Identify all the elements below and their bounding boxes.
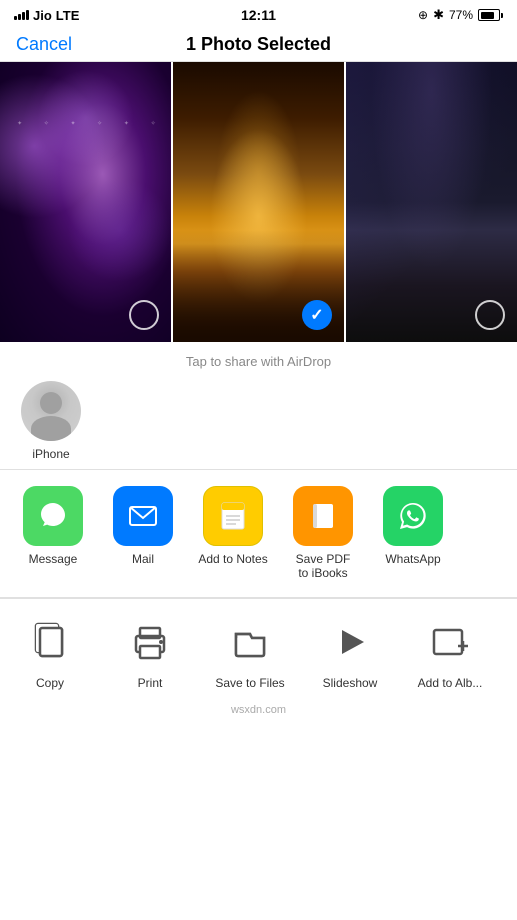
contact-item-iphone[interactable]: iPhone xyxy=(16,381,86,461)
share-actions-row: Message Mail Add to Notes xyxy=(0,470,517,598)
copy-icon xyxy=(23,615,78,670)
mail-label: Mail xyxy=(132,552,154,566)
print-label: Print xyxy=(138,676,163,690)
battery-icon xyxy=(478,9,503,21)
nav-bar: Cancel 1 Photo Selected xyxy=(0,28,517,62)
photo-select-3[interactable] xyxy=(475,300,505,330)
airdrop-section: Tap to share with AirDrop iPhone xyxy=(0,342,517,470)
slideshow-icon xyxy=(323,615,378,670)
photo-select-1[interactable] xyxy=(129,300,159,330)
battery-percent: 77% xyxy=(449,8,473,22)
notes-label: Add to Notes xyxy=(198,552,267,566)
ibooks-label: Save PDFto iBooks xyxy=(296,552,351,581)
photo-select-2[interactable] xyxy=(302,300,332,330)
save-files-label: Save to Files xyxy=(215,676,284,690)
contact-name-iphone: iPhone xyxy=(32,447,69,461)
bottom-action-add-album[interactable]: Add to Alb... xyxy=(400,615,500,690)
avatar-head xyxy=(40,392,62,414)
photo-item-3[interactable] xyxy=(346,62,517,342)
ibooks-icon xyxy=(293,486,353,546)
copy-label: Copy xyxy=(36,676,64,690)
photo-item-2[interactable] xyxy=(171,62,346,342)
status-left: Jio LTE xyxy=(14,8,79,23)
mail-icon xyxy=(113,486,173,546)
airdrop-contacts: iPhone xyxy=(0,381,517,461)
bottom-action-save-files[interactable]: Save to Files xyxy=(200,615,300,690)
bottom-actions-row: Copy Print Save to Files xyxy=(0,599,517,698)
bluetooth-icon: ✱ xyxy=(433,7,444,23)
photo-item-1[interactable] xyxy=(0,62,171,342)
page-title: 1 Photo Selected xyxy=(186,34,331,55)
share-action-mail[interactable]: Mail xyxy=(98,486,188,581)
slideshow-label: Slideshow xyxy=(323,676,378,690)
notes-icon xyxy=(203,486,263,546)
location-icon: ⊕ xyxy=(418,8,428,22)
share-action-ibooks[interactable]: Save PDFto iBooks xyxy=(278,486,368,581)
airdrop-label: Tap to share with AirDrop xyxy=(186,354,331,369)
status-bar: Jio LTE 12:11 ⊕ ✱ 77% xyxy=(0,0,517,28)
save-files-icon xyxy=(223,615,278,670)
avatar-body xyxy=(31,416,71,441)
watermark: wsxdn.com xyxy=(0,698,517,722)
share-action-whatsapp[interactable]: WhatsApp xyxy=(368,486,458,581)
cancel-button[interactable]: Cancel xyxy=(16,34,72,55)
message-icon xyxy=(23,486,83,546)
network-label: LTE xyxy=(56,8,80,23)
bottom-action-slideshow[interactable]: Slideshow xyxy=(300,615,400,690)
signal-bars xyxy=(14,10,29,20)
add-album-icon xyxy=(423,615,478,670)
add-album-label: Add to Alb... xyxy=(418,676,483,690)
photo-strip xyxy=(0,62,517,342)
status-right: ⊕ ✱ 77% xyxy=(418,7,503,23)
avatar-inner xyxy=(21,381,81,441)
contact-avatar-iphone xyxy=(21,381,81,441)
share-action-notes[interactable]: Add to Notes xyxy=(188,486,278,581)
share-action-message[interactable]: Message xyxy=(8,486,98,581)
bottom-action-print[interactable]: Print xyxy=(100,615,200,690)
bottom-action-copy[interactable]: Copy xyxy=(0,615,100,690)
whatsapp-label: WhatsApp xyxy=(385,552,440,566)
carrier-label: Jio xyxy=(33,8,52,23)
print-icon xyxy=(123,615,178,670)
message-label: Message xyxy=(29,552,78,566)
status-time: 12:11 xyxy=(241,7,276,23)
whatsapp-icon xyxy=(383,486,443,546)
